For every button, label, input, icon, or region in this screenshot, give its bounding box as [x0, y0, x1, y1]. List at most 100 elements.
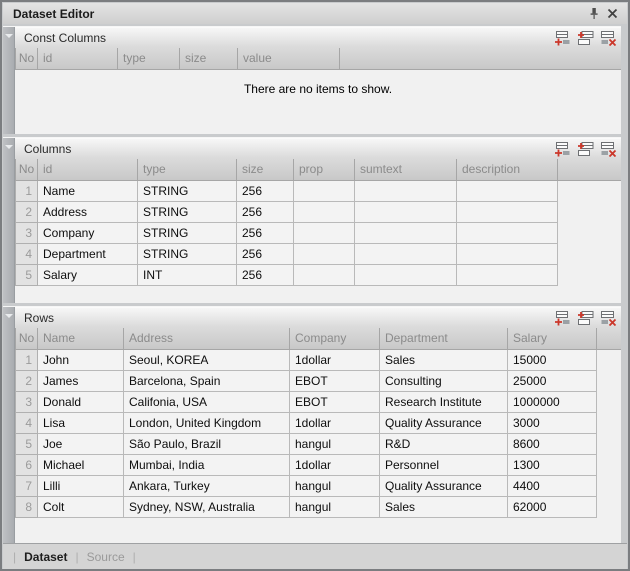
- row-number-cell[interactable]: 1: [16, 180, 38, 201]
- cell[interactable]: [457, 243, 558, 264]
- cell[interactable]: 256: [237, 222, 294, 243]
- row-number-cell[interactable]: 3: [16, 222, 38, 243]
- column-header-size[interactable]: size: [237, 159, 294, 180]
- cell[interactable]: 1dollar: [290, 349, 380, 370]
- cell[interactable]: hangul: [290, 433, 380, 454]
- cell[interactable]: 4400: [508, 475, 597, 496]
- cell[interactable]: [355, 264, 457, 285]
- collapse-strip[interactable]: [3, 27, 15, 134]
- cell[interactable]: [355, 243, 457, 264]
- row-number-cell[interactable]: 4: [16, 412, 38, 433]
- row-number-cell[interactable]: 7: [16, 475, 38, 496]
- cell[interactable]: Salary: [38, 264, 138, 285]
- column-header-Salary[interactable]: Salary: [508, 328, 597, 349]
- column-header-size[interactable]: size: [180, 48, 238, 69]
- insert-row-button[interactable]: [576, 141, 595, 158]
- cell[interactable]: [355, 201, 457, 222]
- cell[interactable]: Donald: [38, 391, 124, 412]
- cell[interactable]: STRING: [138, 180, 237, 201]
- cell[interactable]: Mumbai, India: [124, 454, 290, 475]
- column-header-No[interactable]: No: [16, 48, 38, 69]
- row-number-cell[interactable]: 2: [16, 370, 38, 391]
- pin-button[interactable]: [585, 5, 603, 22]
- cell[interactable]: Name: [38, 180, 138, 201]
- cell[interactable]: 1300: [508, 454, 597, 475]
- insert-row-button[interactable]: [576, 30, 595, 47]
- cell[interactable]: EBOT: [290, 391, 380, 412]
- cell[interactable]: Sales: [380, 496, 508, 517]
- row-number-cell[interactable]: 2: [16, 201, 38, 222]
- cell[interactable]: 256: [237, 243, 294, 264]
- cell[interactable]: 256: [237, 201, 294, 222]
- cell[interactable]: [294, 201, 355, 222]
- cell[interactable]: Quality Assurance: [380, 475, 508, 496]
- add-row-button[interactable]: [553, 30, 572, 47]
- delete-row-button[interactable]: [599, 310, 618, 327]
- cell[interactable]: 256: [237, 264, 294, 285]
- tab-source[interactable]: Source: [85, 550, 127, 564]
- cell[interactable]: Company: [38, 222, 138, 243]
- cell[interactable]: 25000: [508, 370, 597, 391]
- cell[interactable]: Ankara, Turkey: [124, 475, 290, 496]
- cell[interactable]: 1000000: [508, 391, 597, 412]
- close-button[interactable]: [603, 5, 621, 22]
- cell[interactable]: 1dollar: [290, 454, 380, 475]
- column-header-Department[interactable]: Department: [380, 328, 508, 349]
- delete-row-button[interactable]: [599, 141, 618, 158]
- cell[interactable]: Lilli: [38, 475, 124, 496]
- cell[interactable]: [294, 264, 355, 285]
- cell[interactable]: [457, 222, 558, 243]
- cell[interactable]: [355, 222, 457, 243]
- cell[interactable]: 8600: [508, 433, 597, 454]
- row-number-cell[interactable]: 3: [16, 391, 38, 412]
- column-header-id[interactable]: id: [38, 159, 138, 180]
- add-row-button[interactable]: [553, 310, 572, 327]
- collapse-strip[interactable]: [3, 307, 15, 543]
- cell[interactable]: 3000: [508, 412, 597, 433]
- cell[interactable]: John: [38, 349, 124, 370]
- insert-row-button[interactable]: [576, 310, 595, 327]
- row-number-cell[interactable]: 8: [16, 496, 38, 517]
- cell[interactable]: Consulting: [380, 370, 508, 391]
- row-number-cell[interactable]: 5: [16, 433, 38, 454]
- column-header-No[interactable]: No: [16, 328, 38, 349]
- cell[interactable]: Califonia, USA: [124, 391, 290, 412]
- column-header-prop[interactable]: prop: [294, 159, 355, 180]
- cell[interactable]: R&D: [380, 433, 508, 454]
- column-header-sumtext[interactable]: sumtext: [355, 159, 457, 180]
- cell[interactable]: EBOT: [290, 370, 380, 391]
- add-row-button[interactable]: [553, 141, 572, 158]
- cell[interactable]: [457, 264, 558, 285]
- cell[interactable]: Research Institute: [380, 391, 508, 412]
- cell[interactable]: Sales: [380, 349, 508, 370]
- cell[interactable]: [457, 180, 558, 201]
- cell[interactable]: STRING: [138, 222, 237, 243]
- column-header-No[interactable]: No: [16, 159, 38, 180]
- cell[interactable]: Seoul, KOREA: [124, 349, 290, 370]
- cell[interactable]: hangul: [290, 475, 380, 496]
- cell[interactable]: London, United Kingdom: [124, 412, 290, 433]
- column-header-type[interactable]: type: [118, 48, 180, 69]
- cell[interactable]: [294, 243, 355, 264]
- cell[interactable]: Michael: [38, 454, 124, 475]
- column-header-id[interactable]: id: [38, 48, 118, 69]
- cell[interactable]: [294, 222, 355, 243]
- cell[interactable]: 15000: [508, 349, 597, 370]
- cell[interactable]: 256: [237, 180, 294, 201]
- cell[interactable]: Personnel: [380, 454, 508, 475]
- cell[interactable]: [355, 180, 457, 201]
- cell[interactable]: Department: [38, 243, 138, 264]
- cell[interactable]: Barcelona, Spain: [124, 370, 290, 391]
- collapse-strip[interactable]: [3, 138, 15, 303]
- cell[interactable]: Joe: [38, 433, 124, 454]
- column-header-type[interactable]: type: [138, 159, 237, 180]
- column-header-description[interactable]: description: [457, 159, 558, 180]
- cell[interactable]: INT: [138, 264, 237, 285]
- cell[interactable]: [457, 201, 558, 222]
- cell[interactable]: Address: [38, 201, 138, 222]
- row-number-cell[interactable]: 1: [16, 349, 38, 370]
- row-number-cell[interactable]: 4: [16, 243, 38, 264]
- cell[interactable]: Lisa: [38, 412, 124, 433]
- row-number-cell[interactable]: 6: [16, 454, 38, 475]
- column-header-Name[interactable]: Name: [38, 328, 124, 349]
